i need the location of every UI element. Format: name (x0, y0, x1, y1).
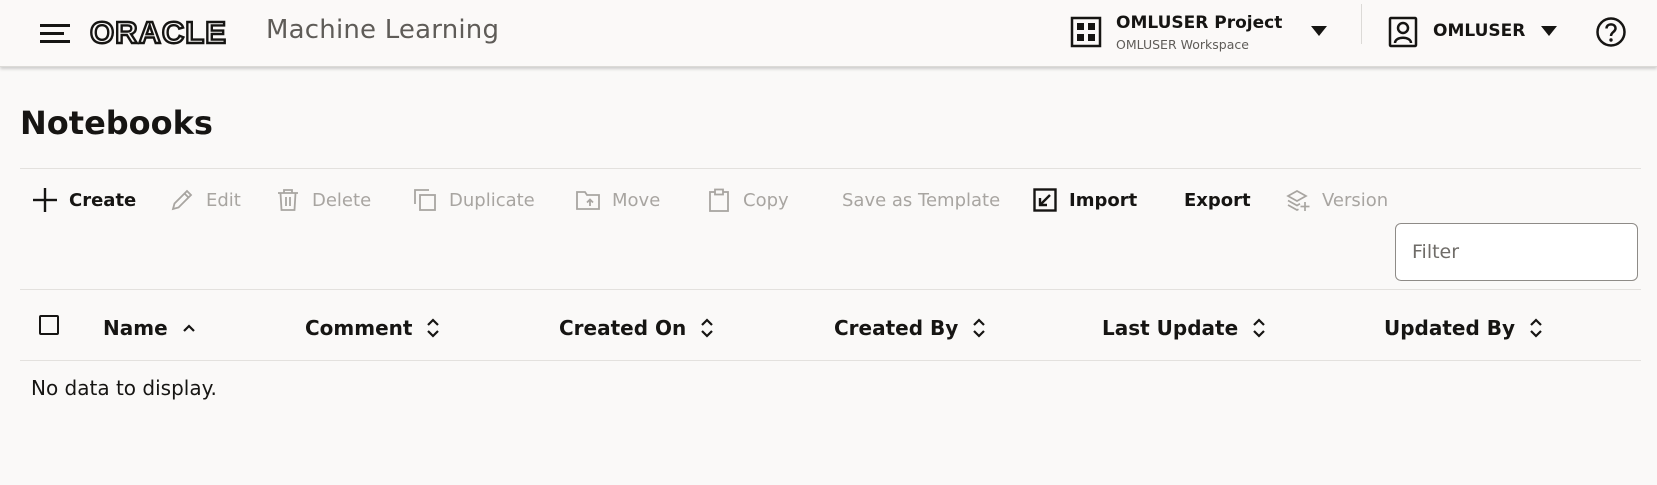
column-label: Created On (559, 316, 687, 340)
sort-icon (427, 318, 440, 338)
move-label: Move (612, 189, 661, 211)
layers-add-icon (1286, 190, 1310, 211)
save-as-template-button[interactable]: Save as Template (842, 185, 1000, 215)
chevron-down-icon[interactable] (1540, 25, 1558, 37)
duplicate-icon (414, 189, 436, 211)
divider (20, 289, 1641, 290)
divider (20, 168, 1641, 169)
move-button[interactable]: Move (576, 185, 660, 215)
project-name[interactable]: OMLUSER Project (1116, 13, 1282, 33)
version-button[interactable]: Version (1286, 185, 1388, 215)
user-icon[interactable] (1388, 16, 1418, 48)
filter-input[interactable] (1395, 223, 1638, 281)
create-button[interactable]: Create (33, 185, 136, 215)
column-label: Updated By (1384, 316, 1516, 340)
pencil-icon (171, 189, 193, 211)
oracle-logo: ORACLE (90, 17, 227, 47)
empty-table-message: No data to display. (31, 376, 217, 400)
duplicate-label: Duplicate (449, 189, 535, 211)
plus-icon (33, 188, 57, 212)
column-label: Comment (305, 316, 413, 340)
save-as-template-label: Save as Template (842, 189, 1001, 211)
export-label: Export (1184, 189, 1251, 211)
sort-icon (1530, 318, 1542, 338)
export-button[interactable]: Export (1184, 185, 1251, 215)
sort-ascending-icon (182, 324, 195, 332)
version-label: Version (1322, 189, 1389, 211)
edit-label: Edit (206, 189, 241, 211)
column-header-updated-by[interactable]: Updated By (1384, 313, 1543, 343)
column-header-created-on[interactable]: Created On (559, 313, 714, 343)
delete-label: Delete (312, 189, 372, 211)
app-header: ORACLE Machine Learning OMLUSER Project … (0, 0, 1657, 67)
project-grid-icon (1070, 16, 1102, 48)
import-button[interactable]: Import (1033, 185, 1137, 215)
page-title: Notebooks (20, 104, 213, 142)
sort-icon (973, 318, 986, 338)
header-divider (1361, 4, 1362, 44)
column-header-name[interactable]: Name (103, 313, 196, 343)
app-title: Machine Learning (266, 15, 500, 45)
sort-icon (701, 318, 714, 338)
user-menu-name[interactable]: OMLUSER (1433, 21, 1525, 41)
chevron-down-icon[interactable] (1310, 25, 1328, 37)
workspace-name[interactable]: OMLUSER Workspace (1116, 37, 1249, 52)
column-label: Created By (834, 316, 959, 340)
clipboard-icon (709, 188, 729, 212)
move-folder-icon (576, 191, 600, 210)
divider (20, 360, 1641, 361)
create-label: Create (69, 189, 137, 211)
hamburger-menu-icon[interactable] (38, 20, 72, 46)
column-header-comment[interactable]: Comment (305, 313, 440, 343)
duplicate-button[interactable]: Duplicate (413, 185, 535, 215)
column-label: Name (103, 316, 168, 340)
column-header-last-update[interactable]: Last Update (1102, 313, 1266, 343)
column-label: Last Update (1102, 316, 1239, 340)
column-header-created-by[interactable]: Created By (834, 313, 986, 343)
copy-label: Copy (743, 189, 789, 211)
help-icon[interactable] (1595, 16, 1627, 48)
import-label: Import (1069, 189, 1138, 211)
select-all-checkbox[interactable] (39, 315, 59, 335)
sort-icon (1253, 318, 1265, 338)
copy-button[interactable]: Copy (707, 185, 789, 215)
delete-button[interactable]: Delete (276, 185, 371, 215)
trash-icon (278, 189, 298, 211)
import-icon (1033, 188, 1057, 212)
oracle-wordmark: ORACLE (90, 17, 227, 47)
edit-button[interactable]: Edit (170, 185, 241, 215)
